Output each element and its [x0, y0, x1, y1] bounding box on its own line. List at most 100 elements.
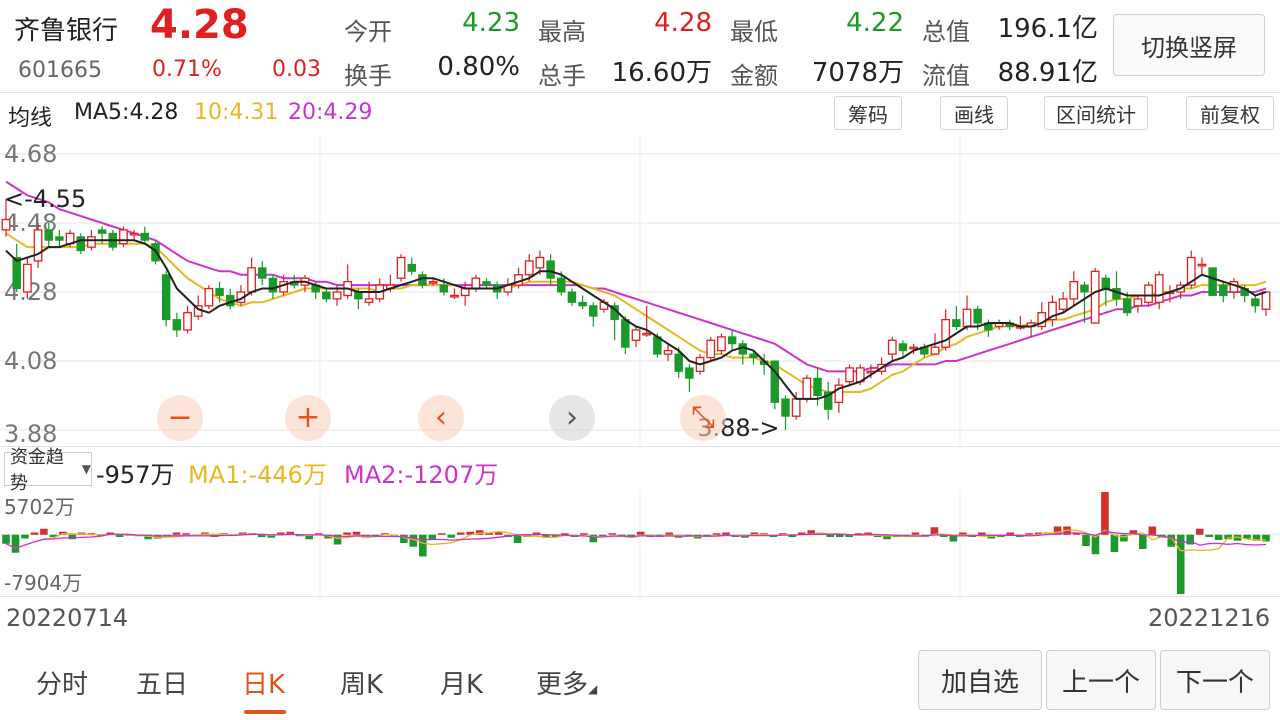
tab-more[interactable]: 更多◢ [536, 664, 597, 701]
candle-body [770, 360, 780, 403]
candle [1229, 278, 1239, 299]
fund-bar [608, 533, 617, 535]
candle-body [749, 353, 758, 359]
candle [1251, 295, 1260, 313]
candle [1133, 295, 1143, 313]
candle-body [952, 319, 961, 328]
fund-bar [835, 534, 844, 537]
candle [546, 254, 555, 286]
candle [396, 254, 406, 282]
candle-body [1090, 270, 1100, 324]
candle [1261, 291, 1271, 317]
candle [183, 305, 192, 334]
stat-label: 最高 [538, 18, 586, 46]
fund-bar [428, 534, 437, 540]
tab-weekly-k[interactable]: 周K [340, 664, 383, 701]
fund-bar [447, 534, 456, 538]
stat-label: 总手 [538, 62, 586, 90]
candle [161, 271, 171, 327]
divider [0, 446, 1280, 447]
candle-body [589, 305, 598, 317]
candle [450, 288, 459, 299]
fund-bar [665, 532, 673, 535]
candle [343, 264, 353, 299]
fund-bar [1110, 534, 1119, 552]
range-stats-button[interactable]: 区间统计 [1044, 96, 1148, 130]
candle-body [268, 277, 278, 293]
stat-value: 7078万 [811, 58, 904, 88]
stat-value: 4.22 [846, 8, 904, 38]
candle [1016, 316, 1025, 330]
tab-monthly-k[interactable]: 月K [440, 664, 483, 701]
candle-body [12, 257, 21, 290]
collapse-icon[interactable]: ⤡ [680, 395, 726, 441]
candle [1144, 281, 1153, 306]
tab-more-label: 更多 [536, 670, 589, 700]
active-tab-indicator [244, 710, 286, 714]
candle-body [621, 319, 630, 348]
tab-intraday[interactable]: 分时 [36, 664, 88, 701]
previous-button[interactable]: 上一个 [1046, 650, 1156, 710]
zoom-in-icon[interactable]: + [285, 395, 331, 441]
candle-body [973, 308, 982, 324]
candle-body [1069, 280, 1079, 300]
stat-value: 4.28 [654, 8, 712, 38]
corner-triangle-icon: ◢ [588, 682, 598, 696]
candle-body [1208, 267, 1217, 296]
candle-body [567, 291, 577, 303]
candle-body [1080, 284, 1089, 293]
fund-bar [580, 533, 588, 535]
candle-body [22, 263, 32, 293]
candle [631, 326, 641, 348]
stat-label: 流值 [922, 62, 970, 90]
candle-body [631, 329, 641, 341]
draw-line-button[interactable]: 画线 [940, 96, 1008, 130]
zoom-out-icon[interactable]: − [157, 395, 203, 441]
adjust-button[interactable]: 前复权 [1186, 96, 1274, 130]
tab-daily-k[interactable]: 日K [242, 664, 285, 701]
candle [952, 305, 961, 330]
fund-value: -957万 [96, 461, 175, 489]
fund-bar [1082, 534, 1090, 546]
candle-body [140, 232, 150, 241]
candle-body [535, 256, 545, 269]
candle [845, 364, 854, 386]
candle-body [1197, 263, 1207, 267]
fund-bar [1006, 532, 1014, 535]
fund-ma2: MA2:-1207万 [344, 461, 499, 489]
candle [578, 295, 587, 310]
fund-bar [438, 533, 446, 535]
indicator-selector[interactable]: 资金趋势 ▼ [4, 447, 92, 494]
add-watchlist-button[interactable]: 加自选 [918, 650, 1042, 710]
scroll-left-icon[interactable]: ‹ [418, 395, 464, 441]
tab-five-day[interactable]: 五日 [136, 664, 188, 701]
scroll-right-icon[interactable]: › [549, 395, 595, 441]
candle [1197, 257, 1207, 275]
candle-body [727, 336, 737, 345]
candle-body [332, 291, 342, 300]
candle-body [1251, 298, 1260, 307]
stat-label: 换手 [344, 62, 392, 90]
fund-bar [352, 531, 361, 535]
candle-body [183, 312, 192, 331]
candle-body [663, 349, 673, 355]
fund-bar [513, 534, 522, 543]
fund-flow-chart[interactable]: 5702万 -7904万 [0, 490, 1280, 596]
candle [567, 288, 577, 306]
fund-bar [1214, 534, 1223, 540]
candle-body [322, 291, 331, 300]
candle [407, 257, 416, 275]
candle-body [642, 332, 652, 336]
candle [482, 278, 491, 289]
candle-body [1122, 298, 1132, 314]
next-button[interactable]: 下一个 [1160, 650, 1270, 710]
stat-value: 0.80% [437, 52, 520, 82]
candle-body [524, 260, 534, 276]
candle-body [247, 267, 256, 293]
candle-body [44, 229, 53, 241]
switch-portrait-button[interactable]: 切换竖屏 [1113, 14, 1265, 76]
stock-name: 齐鲁银行 [14, 16, 119, 46]
fund-bar [1195, 528, 1204, 535]
chip-button[interactable]: 筹码 [834, 96, 902, 130]
stat-label: 今开 [344, 18, 392, 46]
